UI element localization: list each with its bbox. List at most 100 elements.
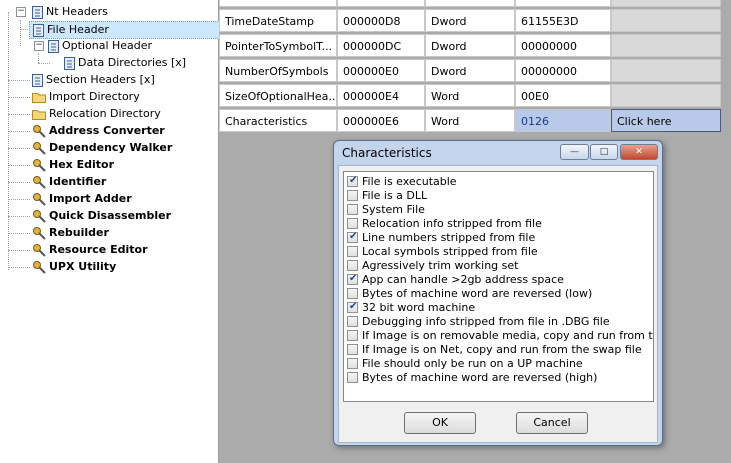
minimize-button[interactable]: — [560, 144, 589, 160]
ok-button[interactable]: OK [404, 412, 476, 434]
maximize-button[interactable]: □ [590, 144, 618, 160]
table-cell-action [611, 34, 721, 57]
tool-icon [33, 125, 46, 138]
option-label: System File [362, 203, 425, 216]
table-cell-value[interactable]: 61155E3D [515, 9, 611, 32]
tree-item-dependency-walker[interactable]: Dependency Walker [32, 140, 172, 156]
table-cell-offset: 000000E4 [337, 84, 425, 107]
checkbox-unchecked[interactable] [347, 190, 358, 201]
checkbox-unchecked[interactable] [347, 204, 358, 215]
option-label: 32 bit word machine [362, 301, 476, 314]
table-cell [611, 0, 721, 7]
tree-item-rebuilder[interactable]: Rebuilder [32, 225, 109, 241]
characteristic-option[interactable]: File should only be run on a UP machine [347, 357, 583, 371]
tool-icon [33, 176, 46, 189]
table-cell-size: Dword [425, 9, 515, 32]
tree-item-label: Nt Headers [46, 5, 108, 18]
table-cell-value[interactable]: 0126 [515, 109, 611, 132]
tree-line [8, 199, 30, 200]
tree-line [8, 131, 30, 132]
collapse-icon[interactable]: − [34, 41, 44, 51]
characteristic-option[interactable]: If Image is on Net, copy and run from th… [347, 343, 642, 357]
characteristic-option[interactable]: Bytes of machine word are reversed (low) [347, 287, 592, 301]
click-here-button[interactable]: Click here [611, 109, 721, 132]
page-icon [32, 5, 43, 19]
tool-icon [33, 261, 46, 274]
folder-icon [32, 110, 46, 120]
characteristic-option[interactable]: Relocation info stripped from file [347, 217, 542, 231]
tree-item-relocation-directory[interactable]: Relocation Directory [32, 106, 161, 122]
tree-item-label: Quick Disassembler [49, 209, 172, 222]
table-cell [515, 0, 611, 7]
checkbox-unchecked[interactable] [347, 330, 358, 341]
characteristic-option[interactable]: Bytes of machine word are reversed (high… [347, 371, 597, 385]
dialog-title: Characteristics [342, 146, 432, 160]
tree-item-optional-header[interactable]: Optional Header [48, 38, 152, 54]
checkbox-unchecked[interactable] [347, 358, 358, 369]
checkbox-unchecked[interactable] [347, 344, 358, 355]
checkbox-checked[interactable] [347, 272, 358, 286]
tree-item-label: Hex Editor [49, 158, 114, 171]
option-label: If Image is on Net, copy and run from th… [362, 343, 642, 356]
characteristic-option[interactable]: File is executable [347, 174, 457, 189]
table-cell-value[interactable]: 00000000 [515, 34, 611, 57]
characteristic-option[interactable]: 32 bit word machine [347, 300, 476, 315]
table-cell [425, 0, 515, 7]
checkbox-unchecked[interactable] [347, 372, 358, 383]
table-cell-size: Dword [425, 34, 515, 57]
checkbox-checked[interactable] [347, 300, 358, 314]
page-icon [32, 73, 43, 87]
checkbox-unchecked[interactable] [347, 218, 358, 229]
characteristic-option[interactable]: System File [347, 203, 425, 217]
tree-item-import-adder[interactable]: Import Adder [32, 191, 132, 207]
tree-item-data-directories[interactable]: Data Directories [x] [64, 55, 186, 71]
characteristic-option[interactable]: Line numbers stripped from file [347, 230, 535, 245]
tree-item-quick-disassembler[interactable]: Quick Disassembler [32, 208, 171, 224]
checkbox-unchecked[interactable] [347, 288, 358, 299]
table-cell-size: Word [425, 109, 515, 132]
table-cell-value[interactable]: 00000000 [515, 59, 611, 82]
checkbox-checked[interactable] [347, 230, 358, 244]
tree-item-label: Dependency Walker [49, 141, 173, 154]
tree-item-address-converter[interactable]: Address Converter [32, 123, 165, 139]
cancel-button[interactable]: Cancel [516, 412, 588, 434]
characteristic-option[interactable]: Agressively trim working set [347, 259, 518, 273]
table-cell-action [611, 9, 721, 32]
tree-item-label: File Header [47, 23, 109, 36]
tree-item-nt-headers[interactable]: Nt Headers [32, 4, 108, 20]
tree-line [8, 114, 30, 115]
characteristic-option[interactable]: App can handle >2gb address space [347, 272, 564, 287]
tree-line [8, 250, 30, 251]
characteristic-option[interactable]: Debugging info stripped from file in .DB… [347, 315, 610, 329]
tool-icon [33, 244, 46, 257]
tree-item-hex-editor[interactable]: Hex Editor [32, 157, 114, 173]
tree-item-import-directory[interactable]: Import Directory [32, 89, 140, 105]
option-label: Local symbols stripped from file [362, 245, 538, 258]
option-label: Relocation info stripped from file [362, 217, 542, 230]
tool-icon [33, 193, 46, 206]
tree-item-upx-utility[interactable]: UPX Utility [32, 259, 116, 275]
characteristic-option[interactable]: If Image is on removable media, copy and… [347, 329, 653, 343]
option-label: Bytes of machine word are reversed (high… [362, 371, 598, 384]
tree-line [38, 53, 39, 63]
tree-item-section-headers[interactable]: Section Headers [x] [32, 72, 155, 88]
tree-item-identifier[interactable]: Identifier [32, 174, 106, 190]
table-cell-member: SizeOfOptionalHea... [219, 84, 337, 107]
collapse-icon[interactable]: − [16, 7, 26, 17]
characteristic-option[interactable]: File is a DLL [347, 189, 427, 203]
checkbox-unchecked[interactable] [347, 260, 358, 271]
checkbox-unchecked[interactable] [347, 246, 358, 257]
close-button[interactable]: ✕ [620, 144, 658, 160]
tree-item-label: Relocation Directory [49, 107, 161, 120]
tree-item-resource-editor[interactable]: Resource Editor [32, 242, 148, 258]
tree-view[interactable]: − − Nt Headers File Header Optional Head… [0, 0, 220, 463]
checkbox-unchecked[interactable] [347, 316, 358, 327]
table-cell-action [611, 84, 721, 107]
checkbox-checked[interactable] [347, 174, 358, 188]
tree-item-file-header[interactable]: File Header [29, 21, 220, 39]
table-cell-action [611, 59, 721, 82]
characteristic-option[interactable]: Local symbols stripped from file [347, 245, 538, 259]
page-icon [33, 23, 44, 37]
characteristics-list[interactable]: File is executableFile is a DLLSystem Fi… [343, 171, 654, 402]
table-cell-value[interactable]: 00E0 [515, 84, 611, 107]
